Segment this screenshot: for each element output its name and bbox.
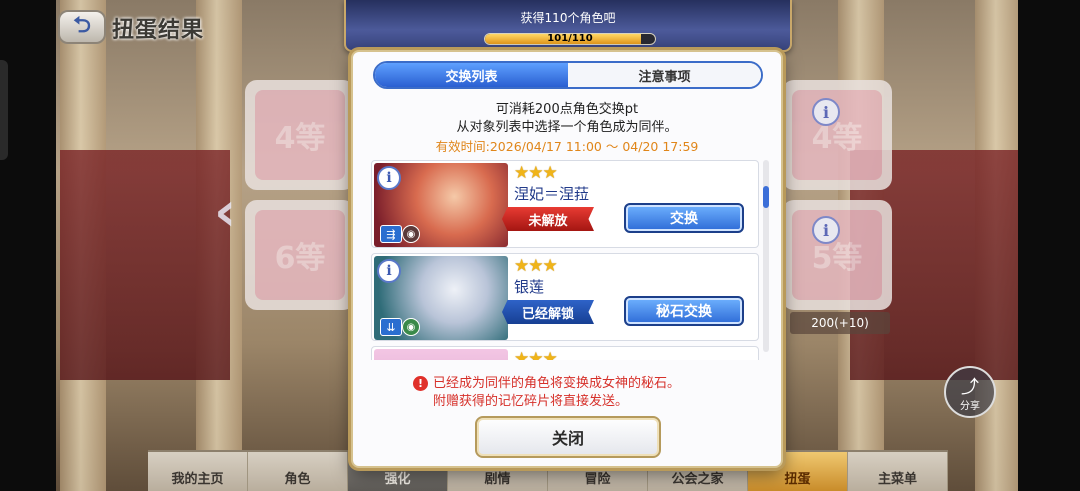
left-edge-bar (0, 0, 56, 491)
progress-bar: 101/110 (484, 33, 656, 45)
character-name: 涅妃＝涅菈 (514, 185, 590, 203)
exchange-dialog: 交换列表 注意事项 可消耗200点角色交换pt 从对象列表中选择一个角色成为同伴… (351, 50, 783, 468)
info-icon[interactable]: i (377, 259, 401, 283)
element-icon: ◉ (402, 318, 420, 336)
notice-line-2: 附赠获得的记忆碎片将直接发送。 (433, 394, 629, 409)
status-badge: 未解放 (502, 207, 594, 231)
progress-banner: 获得110个角色吧 101/110 (344, 0, 792, 52)
character-portrait[interactable] (374, 349, 508, 360)
tab-bar: 交换列表 注意事项 (373, 61, 763, 89)
role-icon: ⇊ (380, 318, 402, 336)
progress-text: 101/110 (547, 33, 593, 44)
description-line-2: 从对象列表中选择一个角色成为同伴。 (456, 120, 678, 135)
right-edge-bar (1018, 0, 1080, 491)
back-arrow-icon: ⮌ (73, 13, 91, 38)
jewel-exchange-button[interactable]: 秘石交换 (624, 296, 744, 326)
result-card[interactable]: 6等 (245, 200, 355, 310)
star-rating: ★★★ (514, 256, 558, 276)
info-icon[interactable]: i (377, 166, 401, 190)
nav-item-home[interactable]: 我的主页 (148, 452, 248, 491)
share-button[interactable]: ⤴ 分享 (944, 366, 996, 418)
card-rank: 4等 (274, 121, 326, 156)
share-label: 分享 (960, 400, 980, 412)
list-scrollbar[interactable] (763, 160, 769, 352)
result-card[interactable]: 4等 (782, 80, 892, 190)
share-icon: ⤴ (961, 376, 979, 398)
list-item[interactable]: ★★★ (371, 346, 759, 360)
card-rank: 6等 (274, 241, 326, 276)
notice-line-1: 已经成为同伴的角色将变换成女神的秘石。 (433, 376, 681, 391)
validity-period: 有效时间:2026/04/17 11:00 ～ 04/20 17:59 (435, 139, 699, 154)
result-card[interactable]: 4等 (245, 80, 355, 190)
role-icon: ⇶ (380, 225, 402, 243)
tab-exchange-list[interactable]: 交换列表 (375, 63, 568, 87)
scrollbar-thumb[interactable] (763, 186, 769, 208)
character-portrait[interactable]: i ⇊ ◉ (374, 256, 508, 340)
nav-item-characters[interactable]: 角色 (248, 452, 348, 491)
tab-notes[interactable]: 注意事项 (568, 63, 761, 87)
star-rating: ★★★ (514, 349, 558, 360)
close-button[interactable]: 关闭 (475, 416, 661, 458)
list-item[interactable]: i ⇶ ◉ ★★★ 涅妃＝涅菈 未解放 交换 (371, 160, 759, 248)
info-icon[interactable]: i (812, 98, 840, 126)
description-line-1: 可消耗200点角色交换pt (495, 102, 639, 117)
element-icon: ◉ (402, 225, 420, 243)
page-title: 扭蛋结果 (112, 18, 205, 43)
character-name: 银莲 (514, 278, 545, 296)
chevron-left-icon[interactable]: ‹ (214, 180, 236, 243)
result-card[interactable]: 5等 (782, 200, 892, 310)
list-item[interactable]: i ⇊ ◉ ★★★ 银莲 已经解锁 秘石交换 (371, 253, 759, 341)
character-portrait[interactable]: i ⇶ ◉ (374, 163, 508, 247)
back-button[interactable]: ⮌ (58, 10, 106, 44)
cost-label: 200(+10) (790, 312, 890, 334)
curtain-left (60, 150, 230, 380)
exchange-button[interactable]: 交换 (624, 203, 744, 233)
warning-icon: ! (413, 376, 428, 391)
status-badge: 已经解锁 (502, 300, 594, 324)
header: ⮌ 扭蛋结果 (58, 10, 278, 46)
info-icon[interactable]: i (812, 216, 840, 244)
nav-item-main-menu[interactable]: 主菜单 (848, 452, 948, 491)
star-rating: ★★★ (514, 163, 558, 183)
progress-label: 获得110个角色吧 (520, 11, 616, 25)
character-list[interactable]: i ⇶ ◉ ★★★ 涅妃＝涅菈 未解放 交换 i ⇊ ◉ ★★★ 银莲 已经解锁… (371, 160, 767, 360)
